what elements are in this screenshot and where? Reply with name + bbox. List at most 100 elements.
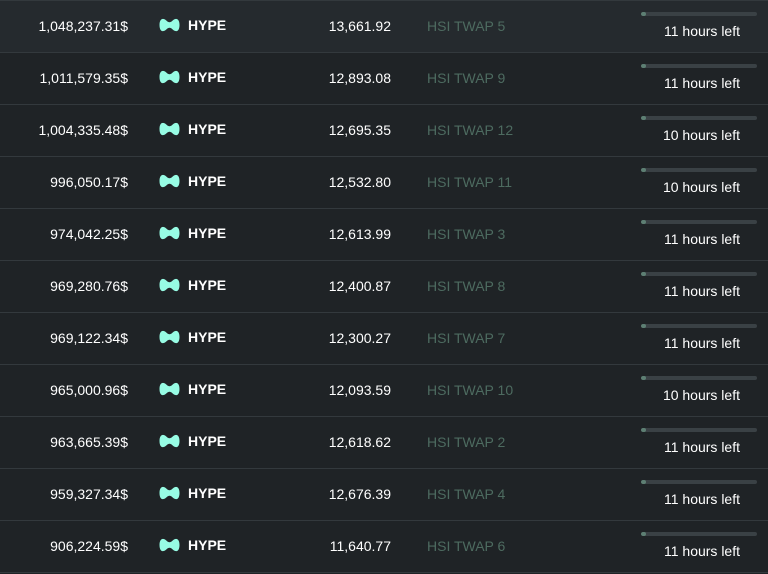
token-cell[interactable]: HYPE — [159, 121, 226, 137]
token-name: HYPE — [188, 485, 227, 501]
progress-bar — [641, 12, 757, 16]
twap-order-link[interactable]: HSI TWAP 12 — [427, 122, 513, 138]
token-cell[interactable]: HYPE — [159, 485, 226, 501]
hyperliquid-logo-icon — [159, 18, 180, 32]
twap-order-link[interactable]: HSI TWAP 5 — [427, 18, 505, 34]
hyperliquid-logo-icon — [159, 538, 180, 552]
table-row[interactable]: 969,280.76$ HYPE 12,400.87 HSI TWAP 8 11… — [0, 261, 768, 313]
table-row[interactable]: 1,011,579.35$ HYPE 12,893.08 HSI TWAP 9 … — [0, 53, 768, 105]
token-name: HYPE — [188, 537, 227, 553]
token-name: HYPE — [188, 225, 227, 241]
time-remaining: 11 hours left — [663, 439, 740, 455]
hyperliquid-logo-icon — [159, 382, 180, 396]
table-row[interactable]: 969,122.34$ HYPE 12,300.27 HSI TWAP 7 11… — [0, 313, 768, 365]
progress-bar — [641, 272, 757, 276]
time-remaining: 11 hours left — [663, 491, 740, 507]
twap-order-link[interactable]: HSI TWAP 9 — [427, 70, 505, 86]
progress-bar-fill — [641, 220, 646, 224]
token-cell[interactable]: HYPE — [159, 17, 226, 33]
token-cell[interactable]: HYPE — [159, 329, 226, 345]
hyperliquid-logo-icon — [159, 330, 180, 344]
usd-value: 974,042.25$ — [50, 226, 128, 242]
progress-bar-fill — [641, 376, 646, 380]
table-row[interactable]: 965,000.96$ HYPE 12,093.59 HSI TWAP 10 1… — [0, 365, 768, 417]
time-remaining: 11 hours left — [663, 335, 740, 351]
token-amount: 13,661.92 — [328, 18, 391, 34]
token-amount: 12,093.59 — [328, 382, 391, 398]
token-name: HYPE — [188, 17, 227, 33]
token-amount: 12,695.35 — [328, 122, 391, 138]
token-name: HYPE — [188, 69, 227, 85]
progress-bar — [641, 376, 757, 380]
twap-order-link[interactable]: HSI TWAP 8 — [427, 278, 505, 294]
token-amount: 12,893.08 — [328, 70, 391, 86]
hyperliquid-logo-icon — [159, 434, 180, 448]
twap-order-link[interactable]: HSI TWAP 6 — [427, 538, 505, 554]
time-remaining: 11 hours left — [663, 231, 740, 247]
table-row[interactable]: 963,665.39$ HYPE 12,618.62 HSI TWAP 2 11… — [0, 417, 768, 469]
progress-bar-fill — [641, 324, 646, 328]
progress-bar-fill — [641, 116, 646, 120]
token-cell[interactable]: HYPE — [159, 537, 226, 553]
twap-order-link[interactable]: HSI TWAP 4 — [427, 486, 505, 502]
progress-bar — [641, 324, 757, 328]
token-cell[interactable]: HYPE — [159, 381, 226, 397]
usd-value: 1,011,579.35$ — [39, 70, 129, 86]
token-amount: 12,618.62 — [328, 434, 391, 450]
twap-orders-table: 1,048,237.31$ HYPE 13,661.92 HSI TWAP 5 … — [0, 0, 768, 573]
token-name: HYPE — [188, 121, 227, 137]
progress-bar-fill — [641, 12, 646, 16]
twap-order-link[interactable]: HSI TWAP 3 — [427, 226, 505, 242]
progress-bar — [641, 64, 757, 68]
token-amount: 12,613.99 — [328, 226, 391, 242]
usd-value: 969,122.34$ — [50, 330, 128, 346]
token-name: HYPE — [188, 433, 227, 449]
table-row[interactable]: 906,224.59$ HYPE 11,640.77 HSI TWAP 6 11… — [0, 521, 768, 573]
twap-order-link[interactable]: HSI TWAP 11 — [427, 174, 512, 190]
table-row[interactable]: 996,050.17$ HYPE 12,532.80 HSI TWAP 11 1… — [0, 157, 768, 209]
token-amount: 12,676.39 — [328, 486, 391, 502]
progress-bar — [641, 220, 757, 224]
twap-order-link[interactable]: HSI TWAP 10 — [427, 382, 513, 398]
time-remaining: 11 hours left — [663, 75, 740, 91]
token-cell[interactable]: HYPE — [159, 277, 226, 293]
hyperliquid-logo-icon — [159, 278, 180, 292]
usd-value: 963,665.39$ — [50, 434, 128, 450]
token-amount: 12,300.27 — [328, 330, 391, 346]
time-remaining: 10 hours left — [662, 179, 740, 195]
hyperliquid-logo-icon — [159, 70, 180, 84]
table-row[interactable]: 1,048,237.31$ HYPE 13,661.92 HSI TWAP 5 … — [0, 0, 768, 53]
hyperliquid-logo-icon — [159, 226, 180, 240]
token-amount: 11,640.77 — [329, 538, 391, 554]
token-cell[interactable]: HYPE — [159, 225, 226, 241]
token-name: HYPE — [188, 173, 227, 189]
token-cell[interactable]: HYPE — [159, 69, 226, 85]
time-remaining: 11 hours left — [663, 543, 740, 559]
progress-bar-fill — [641, 532, 646, 536]
usd-value: 959,327.34$ — [50, 486, 128, 502]
token-name: HYPE — [188, 329, 227, 345]
progress-bar-fill — [641, 480, 646, 484]
twap-order-link[interactable]: HSI TWAP 7 — [427, 330, 505, 346]
hyperliquid-logo-icon — [159, 122, 180, 136]
table-row[interactable]: 959,327.34$ HYPE 12,676.39 HSI TWAP 4 11… — [0, 469, 768, 521]
progress-bar-fill — [641, 272, 646, 276]
progress-bar — [641, 428, 757, 432]
token-cell[interactable]: HYPE — [159, 173, 226, 189]
table-row[interactable]: 974,042.25$ HYPE 12,613.99 HSI TWAP 3 11… — [0, 209, 768, 261]
twap-order-link[interactable]: HSI TWAP 2 — [427, 434, 505, 450]
table-row[interactable]: 1,004,335.48$ HYPE 12,695.35 HSI TWAP 12… — [0, 105, 768, 157]
time-remaining: 11 hours left — [663, 283, 740, 299]
time-remaining: 10 hours left — [662, 127, 740, 143]
progress-bar — [641, 116, 757, 120]
progress-bar — [641, 480, 757, 484]
usd-value: 969,280.76$ — [50, 278, 128, 294]
progress-bar — [641, 532, 757, 536]
time-remaining: 11 hours left — [663, 23, 740, 39]
token-cell[interactable]: HYPE — [159, 433, 226, 449]
token-amount: 12,400.87 — [328, 278, 391, 294]
usd-value: 1,004,335.48$ — [38, 122, 128, 138]
token-amount: 12,532.80 — [328, 174, 391, 190]
hyperliquid-logo-icon — [159, 174, 180, 188]
progress-bar-fill — [641, 428, 646, 432]
